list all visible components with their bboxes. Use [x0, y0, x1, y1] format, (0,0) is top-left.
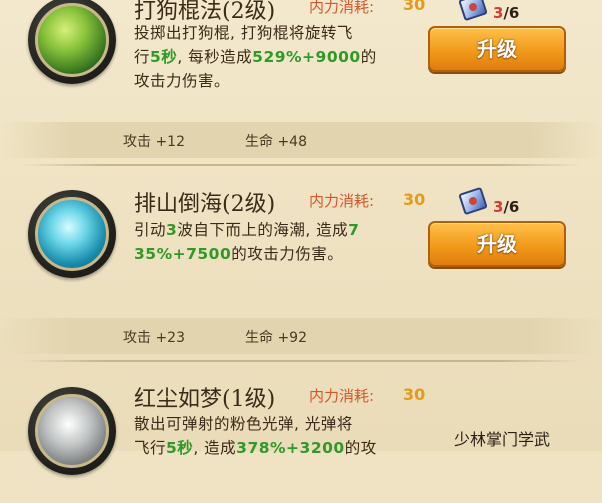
- cost-value: 30: [403, 385, 426, 404]
- divider: [20, 164, 582, 166]
- skill-scroll-icon: [458, 0, 488, 22]
- scroll-count: 3/6: [493, 198, 520, 216]
- skill-scroll-icon: [458, 186, 488, 216]
- stat-attack: 攻击 +23: [123, 330, 185, 346]
- orb-skill-icon[interactable]: [28, 387, 116, 475]
- stat-bar: 攻击 +12 生命 +48: [0, 122, 602, 158]
- divider: [20, 360, 582, 362]
- wave-skill-icon[interactable]: [28, 190, 116, 278]
- cost-label: 内力消耗:: [309, 387, 375, 405]
- cost-label: 内力消耗:: [309, 0, 375, 16]
- staff-skill-icon[interactable]: [28, 0, 116, 84]
- skill-row-1: 打狗棍法(2级) 内力消耗: 30 3/6 投掷出打狗棍, 打狗棍将旋转飞 行5秒…: [0, 0, 602, 118]
- skill-panel: 打狗棍法(2级) 内力消耗: 30 3/6 投掷出打狗棍, 打狗棍将旋转飞 行5秒…: [0, 0, 602, 475]
- skill-name: 排山倒海(2级): [134, 192, 276, 217]
- skill-description: 散出可弹射的粉色光弹, 光弹将 飞行5秒, 造成378%+3200的攻: [134, 415, 377, 457]
- unlock-requirement: 少林掌门学武: [454, 430, 551, 449]
- upgrade-button[interactable]: 升级: [428, 26, 566, 72]
- stat-life: 生命 +92: [245, 330, 307, 346]
- stat-attack: 攻击 +12: [123, 134, 185, 150]
- stat-life: 生命 +48: [245, 134, 307, 150]
- cost-label: 内力消耗:: [309, 192, 375, 210]
- cost-value: 30: [403, 0, 426, 14]
- skill-description: 引动3波自下而上的海潮, 造成7 35%+7500的攻击力伤害。: [134, 221, 360, 263]
- scroll-count: 3/6: [493, 4, 520, 22]
- upgrade-button[interactable]: 升级: [428, 221, 566, 267]
- skill-name: 红尘如梦(1级): [134, 387, 276, 412]
- skill-row-2: 排山倒海(2级) 内力消耗: 30 3/6 引动3波自下而上的海潮, 造成7 35…: [0, 186, 602, 308]
- cost-value: 30: [403, 190, 426, 209]
- skill-description: 投掷出打狗棍, 打狗棍将旋转飞 行5秒, 每秒造成529%+9000的 攻击力伤害。: [134, 24, 377, 90]
- stat-bar: 攻击 +23 生命 +92: [0, 318, 602, 354]
